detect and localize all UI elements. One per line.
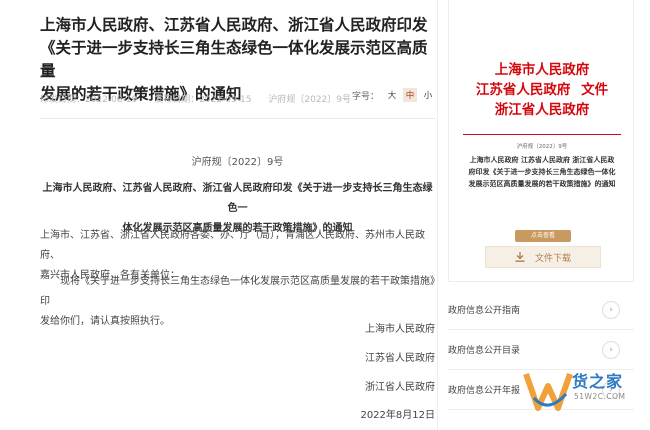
meta-divider: [40, 118, 435, 119]
chevron-right-icon: ›: [602, 380, 620, 399]
link-label: 政府信息公开年报: [448, 386, 521, 396]
article-title-line: 上海市人民政府、江苏省人民政府、浙江省人民政府印发: [40, 16, 428, 34]
red-header-line: 江苏省人民政府: [475, 82, 571, 98]
download-icon: [515, 252, 525, 262]
document-number: 沪府规〔2022〕9号: [191, 157, 284, 168]
red-header-word: 文件: [581, 82, 609, 98]
publish-date: 发布日期：2022-09-15: [154, 95, 252, 105]
signature-zhejiang: 浙江省人民政府: [365, 382, 435, 393]
red-rule: [463, 134, 621, 135]
doc-number: 沪府规〔2022〕9号: [268, 95, 352, 105]
link-label: 政府信息公开指南: [448, 306, 521, 316]
chevron-right-icon: ›: [602, 340, 620, 359]
red-header: 上海市人民政府 江苏省人民政府 文件 浙江省人民政府: [449, 60, 635, 120]
link-label: 政府信息公开目录: [448, 346, 521, 356]
article-title-line: 《关于进一步支持长三角生态绿色一体化发展示范区高质量: [40, 39, 428, 80]
font-size-medium-button[interactable]: 中: [403, 88, 417, 102]
red-header-line: 浙江省人民政府: [494, 102, 590, 118]
download-label: 文件下载: [534, 253, 571, 264]
font-size-label: 字号：: [351, 91, 379, 102]
chevron-right-icon: ›: [602, 300, 620, 319]
red-header-line: 上海市人民政府: [494, 62, 590, 78]
paragraph-line: 上海市、江苏省、浙江省人民政府各委、办、厅（局），青浦区人民政府、苏州市人民政府…: [40, 230, 425, 261]
column-divider: [437, 0, 438, 430]
file-download-button[interactable]: 文件下载: [485, 246, 601, 268]
issue-date: 印发日期：2022-08-19: [40, 95, 138, 105]
preview-view-button[interactable]: 点击查看: [515, 230, 571, 242]
font-size-small-button[interactable]: 小: [421, 88, 435, 102]
info-links: 政府信息公开指南 › 政府信息公开目录 › 政府信息公开年报 ›: [448, 284, 634, 410]
article-meta: 印发日期：2022-08-19 发布日期：2022-09-15 沪府规〔2022…: [40, 88, 435, 114]
red-header-line-row: 江苏省人民政府 文件: [449, 80, 635, 100]
subtitle-line: 上海市人民政府、江苏省人民政府、浙江省人民政府印发《关于进一步支持长三角生态绿色…: [42, 183, 433, 214]
font-size-switcher: 字号： 大 中 小: [352, 88, 435, 102]
link-info-catalog[interactable]: 政府信息公开目录 ›: [448, 330, 634, 370]
signature-jiangsu: 江苏省人民政府: [365, 353, 435, 364]
preview-doc-number: 沪府规〔2022〕9号: [516, 144, 568, 150]
signature-shanghai: 上海市人民政府: [365, 324, 435, 335]
link-info-guide[interactable]: 政府信息公开指南 ›: [448, 290, 634, 330]
preview-title: 上海市人民政府 江苏省人民政府 浙江省人民政府印发《关于进一步支持长三角生态绿色…: [468, 155, 616, 188]
document-preview-card: 上海市人民政府 江苏省人民政府 文件 浙江省人民政府 沪府规〔2022〕9号 上…: [448, 0, 634, 282]
paragraph-line: 现将《关于进一步支持长三角生态绿色一体化发展示范区高质量发展的若干政策措施》印: [40, 276, 435, 307]
link-info-annual-report[interactable]: 政府信息公开年报 ›: [448, 370, 634, 410]
signature-date: 2022年8月12日: [360, 410, 435, 421]
font-size-large-button[interactable]: 大: [385, 88, 399, 102]
